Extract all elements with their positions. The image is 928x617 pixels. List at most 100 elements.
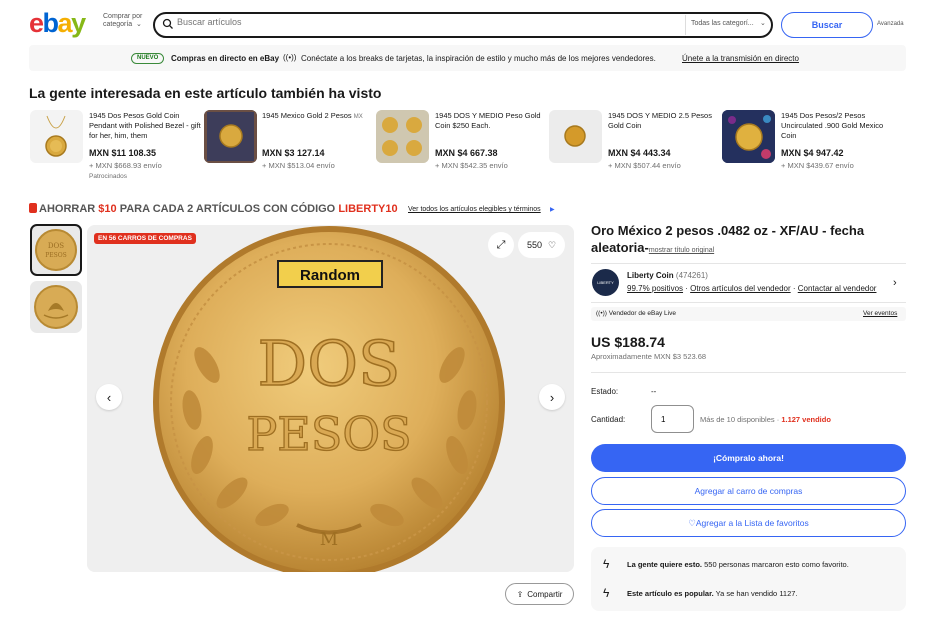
live-broadcast-icon: ((•)) [596,310,609,317]
promo-prefix: AHORRAR [39,203,96,215]
related-item-image[interactable] [376,110,429,163]
social-proof-line: La gente quiere esto. 550 personas marca… [627,560,849,569]
share-label: Compartir [527,589,563,599]
search-button[interactable]: Buscar [781,12,873,38]
divider [591,372,906,373]
related-item-name[interactable]: 1945 Dos Pesos/2 Pesos Uncirculated .900… [781,111,893,141]
item-title-text: Oro México 2 pesos .0482 oz - XF/AU - fe… [591,223,865,255]
svg-text:DOS: DOS [48,242,64,250]
sponsored-label: Patrocinados [89,173,127,180]
related-item-price: MXN $3 127.14 [262,148,325,158]
related-item-shipping: + MXN $668.93 envío [89,161,162,170]
play-arrow-icon[interactable]: ▶ [550,206,555,213]
social-proof-line: Este artículo es popular. Ya se han vend… [627,589,798,598]
share-button[interactable]: ⇪ Compartir [505,583,574,605]
in-carts-badge: EN 56 CARROS DE COMPRAS [94,233,196,244]
condition-value: -- [651,387,657,396]
new-badge: NUEVO [131,53,165,64]
prev-image-button[interactable]: ‹ [96,384,122,410]
item-title: Oro México 2 pesos .0482 oz - XF/AU - fe… [591,222,891,259]
chevron-down-icon[interactable]: ⌄ [136,20,142,28]
chevron-right-icon[interactable]: › [893,277,897,289]
social-proof-text: 550 personas marcaron esto como favorito… [704,560,849,569]
quantity-input[interactable] [651,405,694,433]
logo-letter-a: a [57,8,73,38]
available-text: Más de 10 disponibles [700,415,775,424]
seller-name-text[interactable]: Liberty Coin [627,271,674,280]
coin-text-bottom: PESOS [246,407,411,461]
search-input[interactable] [177,17,667,27]
seller-positive-link[interactable]: 99.7% positivos [627,284,683,293]
seller-logo[interactable]: LIBERTY [592,269,619,296]
next-image-button[interactable]: › [539,384,565,410]
related-title: La gente interesada en este artículo tam… [29,85,382,101]
seller-card[interactable] [591,263,906,303]
watch-count: 550 [526,240,542,250]
coin-label: Random [300,267,360,284]
view-events-link[interactable]: Ver eventos [863,310,897,317]
watch-count-button[interactable]: 550 ♡ [518,232,565,258]
gallery-thumbnail-1[interactable]: DOS PESOS [30,224,82,276]
related-item-name[interactable]: 1945 DOS Y MEDIO 2.5 Pesos Gold Coin [608,111,720,131]
related-item-name[interactable]: 1945 DOS Y MEDIO Peso Gold Coin $250 Eac… [435,111,547,131]
live-seller-label: ((•)) Vendedor de eBay Live [596,310,676,317]
chevron-left-icon: ‹ [106,389,112,405]
add-to-watchlist-label: Agregar a la Lista de favoritos [695,518,809,528]
related-item-price: MXN $4 947.42 [781,148,844,158]
chevron-right-icon: › [549,389,555,405]
join-live-link[interactable]: Únete a la transmisión en directo [682,54,799,63]
banner-title: Compras en directo en eBay [171,54,280,63]
related-item-image[interactable] [204,110,257,163]
related-item-suffix: MX [353,114,363,120]
banner-text: Conéctate a los breaks de tarjetas, la i… [301,54,656,63]
coin-text-top: DOS [257,327,400,400]
social-proof-text: Ya se han vendido 1127. [715,589,798,598]
live-broadcast-icon: ((•)) [283,53,297,62]
related-item-image[interactable] [549,110,602,163]
approx-price: Aproximadamente MXN $3 523.68 [591,352,706,361]
related-item-name[interactable]: 1945 Dos Pesos Gold Coin Pendant with Po… [89,111,201,141]
chevron-down-icon[interactable]: ⌄ [760,19,766,27]
related-item-shipping: + MXN $507.44 envío [608,161,681,170]
related-item-image[interactable] [30,110,83,163]
approx-label: Aproximadamente [591,352,652,361]
logo-letter-y: y [71,8,86,38]
related-item-name[interactable]: 1945 Mexico Gold 2 Pesos MX [262,111,374,122]
advanced-search-link[interactable]: Avanzada [877,21,904,27]
show-original-title-link[interactable]: mostrar título original [649,247,714,254]
search-icon [162,18,173,29]
main-image[interactable]: Random DOS PESOS M [87,225,574,572]
related-item-price: MXN $4 667.38 [435,148,498,158]
live-seller-text: Vendedor de eBay Live [608,310,676,317]
seller-name[interactable]: Liberty Coin (474261) [627,271,708,280]
buy-now-button[interactable]: ¡Cómpralo ahora! [591,444,906,472]
add-to-cart-button[interactable]: Agregar al carro de compras [591,477,906,505]
sold-count: 1.127 vendido [781,415,831,424]
social-proof-bold: Este artículo es popular. [627,589,714,598]
promo-code: LIBERTY10 [338,203,398,215]
expand-icon[interactable]: ⤢ [488,232,514,258]
related-item-price: MXN $4 443.34 [608,148,671,158]
contact-seller-link[interactable]: Contactar al vendedor [798,284,877,293]
seller-links: 99.7% positivos · Otros artículos del ve… [627,284,877,293]
promo-middle: PARA CADA 2 ARTÍCULOS CON CÓDIGO [119,203,336,215]
related-item-image[interactable] [722,110,775,163]
logo-letter-b: b [42,8,60,38]
condition-label: Estado: [591,387,619,396]
category-select[interactable]: Todas las categorí... [691,20,754,27]
svg-text:PESOS: PESOS [45,252,67,259]
ebay-logo[interactable]: ebay [29,8,86,38]
seller-other-items-link[interactable]: Otros artículos del vendedor [690,284,791,293]
heart-icon: ♡ [688,517,696,528]
seller-feedback-count: (474261) [675,271,708,280]
social-proof-box [591,547,906,611]
gallery-thumbnail-2[interactable] [30,281,82,333]
promo-terms-link[interactable]: Ver todos los artículos elegibles y térm… [408,206,541,213]
logo-letter-e: e [29,8,44,38]
item-price: US $188.74 [591,334,665,350]
related-item-price: MXN $11 108.35 [89,148,157,158]
add-to-watchlist-button[interactable]: ♡ Agregar a la Lista de favoritos [591,509,906,537]
social-proof-bold: La gente quiere esto. [627,560,703,569]
related-item-name-text[interactable]: 1945 Mexico Gold 2 Pesos [262,111,352,120]
coupon-icon [29,203,37,213]
